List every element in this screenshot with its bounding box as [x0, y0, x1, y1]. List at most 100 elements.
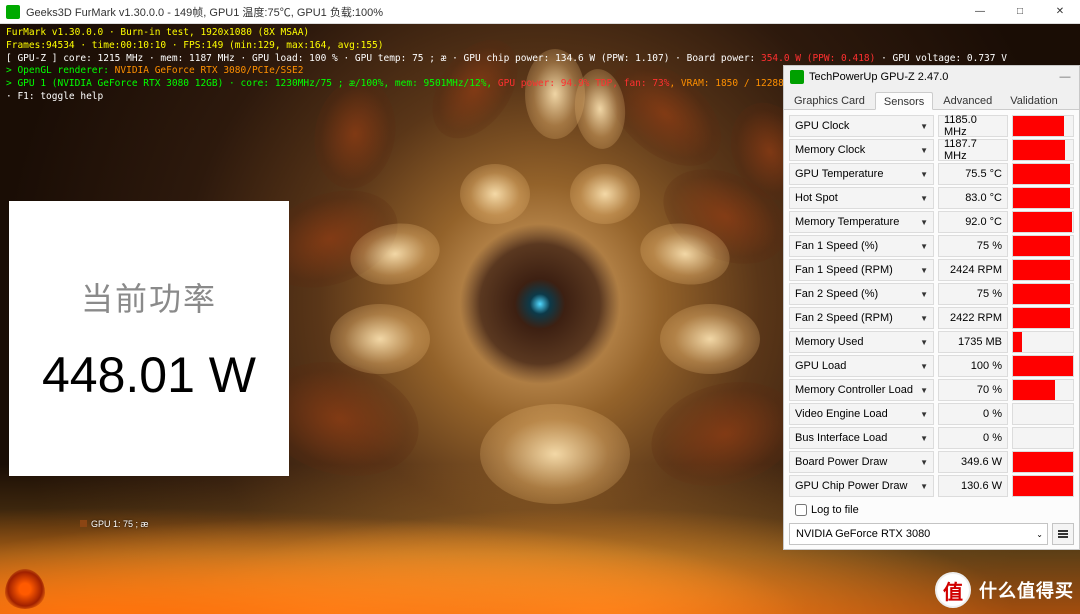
power-overlay-card: 当前功率 448.01 W: [9, 201, 289, 476]
chevron-down-icon: ▼: [920, 338, 928, 347]
sensor-row: Fan 2 Speed (RPM) ▼ 2422 RPM: [789, 307, 1074, 329]
window-close-button[interactable]: ✕: [1040, 0, 1080, 24]
sensor-value-cell[interactable]: 2422 RPM: [938, 307, 1008, 329]
window-maximize-button[interactable]: □: [1000, 0, 1040, 24]
sensor-name-cell[interactable]: Fan 1 Speed (RPM)▼: [789, 259, 934, 281]
sensor-value: 0 %: [983, 408, 1002, 420]
log-to-file-row: Log to file: [789, 499, 1074, 521]
sensor-value-cell[interactable]: 1735 MB: [938, 331, 1008, 353]
sensor-name-cell[interactable]: Bus Interface Load▼: [789, 427, 934, 449]
watermark-text: 什么值得买: [979, 577, 1074, 603]
sensor-row: GPU Temperature▼75.5 °C: [789, 163, 1074, 185]
sensor-name-cell[interactable]: Memory Used ▼: [789, 331, 934, 353]
sensor-bar[interactable]: [1012, 115, 1074, 137]
sensor-name: Hot Spot: [795, 192, 838, 204]
sensor-name-cell[interactable]: Hot Spot ▼: [789, 187, 934, 209]
sensor-value: 130.6 W: [961, 480, 1002, 492]
sensor-bar[interactable]: [1012, 451, 1074, 473]
chevron-down-icon: ⌄: [1036, 530, 1043, 539]
sensor-name: Fan 2 Speed (%): [795, 288, 878, 300]
sensor-name-cell[interactable]: GPU Load▼: [789, 355, 934, 377]
sensor-value: 75 %: [977, 288, 1002, 300]
sensor-name-cell[interactable]: GPU Chip Power Draw▼: [789, 475, 934, 497]
sensor-value-cell[interactable]: 100 %: [938, 355, 1008, 377]
power-label: 当前功率: [81, 274, 217, 320]
sensor-name-cell[interactable]: Fan 2 Speed (RPM) ▼: [789, 307, 934, 329]
sensor-row: GPU Chip Power Draw▼ 130.6 W: [789, 475, 1074, 497]
sensor-value: 349.6 W: [961, 456, 1002, 468]
tab-graphics-card[interactable]: Graphics Card: [786, 92, 873, 109]
sensor-bar[interactable]: [1012, 187, 1074, 209]
sensor-name-cell[interactable]: GPU Clock▼: [789, 115, 934, 137]
sensor-value-cell[interactable]: 83.0 °C: [938, 187, 1008, 209]
sensor-name-cell[interactable]: Video Engine Load▼: [789, 403, 934, 425]
gpuz-tabstrip: Graphics Card Sensors Advanced Validatio…: [784, 88, 1079, 110]
sensor-name: GPU Clock: [795, 120, 849, 132]
chevron-down-icon: ▼: [920, 434, 928, 443]
gpuz-titlebar[interactable]: TechPowerUp GPU-Z 2.47.0 —: [784, 66, 1079, 88]
sensor-bar[interactable]: [1012, 259, 1074, 281]
sensor-value-cell[interactable]: 0 %: [938, 403, 1008, 425]
sensor-value: 100 %: [971, 360, 1002, 372]
sensor-value-cell[interactable]: 75 %: [938, 235, 1008, 257]
sensor-bar[interactable]: [1012, 475, 1074, 497]
hamburger-menu-button[interactable]: [1052, 523, 1074, 545]
sensor-name: Memory Used: [795, 336, 863, 348]
sensor-name: Fan 1 Speed (%): [795, 240, 878, 252]
sensor-bar[interactable]: [1012, 235, 1074, 257]
chevron-down-icon: ▼: [920, 266, 928, 275]
sensor-value-cell[interactable]: 70 %: [938, 379, 1008, 401]
sensor-name-cell[interactable]: Memory Controller Load▼: [789, 379, 934, 401]
sensor-value-cell[interactable]: 130.6 W: [938, 475, 1008, 497]
chevron-down-icon: ▼: [920, 410, 928, 419]
sensor-value-cell[interactable]: 92.0 °C: [938, 211, 1008, 233]
chevron-down-icon: ▼: [920, 170, 928, 179]
sensor-bar[interactable]: [1012, 355, 1074, 377]
sensor-bar[interactable]: [1012, 379, 1074, 401]
sensor-name-cell[interactable]: GPU Temperature▼: [789, 163, 934, 185]
tab-advanced[interactable]: Advanced: [935, 92, 1000, 109]
sensor-value-cell[interactable]: 2424 RPM: [938, 259, 1008, 281]
sensor-name-cell[interactable]: Board Power Draw▼: [789, 451, 934, 473]
chevron-down-icon: ▼: [920, 194, 928, 203]
hamburger-icon: [1058, 530, 1068, 538]
sensor-bar[interactable]: [1012, 283, 1074, 305]
sensor-value-cell[interactable]: 75 %: [938, 283, 1008, 305]
tab-sensors[interactable]: Sensors: [875, 92, 933, 110]
sensor-name-cell[interactable]: Fan 1 Speed (%)▼: [789, 235, 934, 257]
sensor-value: 1185.0 MHz: [944, 114, 1002, 138]
chevron-down-icon: ▼: [920, 218, 928, 227]
gpu-selector-dropdown[interactable]: NVIDIA GeForce RTX 3080⌄: [789, 523, 1048, 545]
sensor-value-cell[interactable]: 75.5 °C: [938, 163, 1008, 185]
gpu-selector-row: NVIDIA GeForce RTX 3080⌄: [789, 523, 1074, 545]
sensor-bar[interactable]: [1012, 403, 1074, 425]
sensor-row: Memory Clock▼1187.7 MHz: [789, 139, 1074, 161]
sensor-row: Fan 1 Speed (RPM)▼2424 RPM: [789, 259, 1074, 281]
watermark-badge-icon: 值: [935, 572, 971, 608]
sensor-name: Fan 2 Speed (RPM): [795, 312, 893, 324]
window-minimize-button[interactable]: —: [960, 0, 1000, 24]
sensor-name-cell[interactable]: Memory Temperature▼: [789, 211, 934, 233]
sensor-row: Video Engine Load▼ 0 %: [789, 403, 1074, 425]
osd-gpuz-line: [ GPU-Z ] core: 1215 MHz · mem: 1187 MHz…: [6, 53, 1007, 66]
sensor-value-cell[interactable]: 1187.7 MHz: [938, 139, 1008, 161]
sensor-name-cell[interactable]: Memory Clock▼: [789, 139, 934, 161]
gpuz-app-icon: [790, 70, 804, 84]
sensor-bar[interactable]: [1012, 427, 1074, 449]
sensor-value: 83.0 °C: [965, 192, 1002, 204]
osd-header: FurMark v1.30.0.0 · Burn-in test, 1920x1…: [6, 27, 1007, 40]
tab-validation[interactable]: Validation: [1002, 92, 1066, 109]
sensor-bar[interactable]: [1012, 307, 1074, 329]
sensor-bar[interactable]: [1012, 211, 1074, 233]
sensor-bar[interactable]: [1012, 139, 1074, 161]
sensor-value-cell[interactable]: 1185.0 MHz: [938, 115, 1008, 137]
sensor-bar[interactable]: [1012, 331, 1074, 353]
sensor-value-cell[interactable]: 349.6 W: [938, 451, 1008, 473]
sensor-bar[interactable]: [1012, 163, 1074, 185]
graph-legend: GPU 1: 75 ; æ: [80, 519, 149, 529]
sensor-value-cell[interactable]: 0 %: [938, 427, 1008, 449]
log-to-file-checkbox[interactable]: [795, 504, 807, 516]
gpuz-minimize-button[interactable]: —: [1053, 71, 1077, 83]
chevron-down-icon: ▼: [920, 314, 928, 323]
sensor-name-cell[interactable]: Fan 2 Speed (%)▼: [789, 283, 934, 305]
